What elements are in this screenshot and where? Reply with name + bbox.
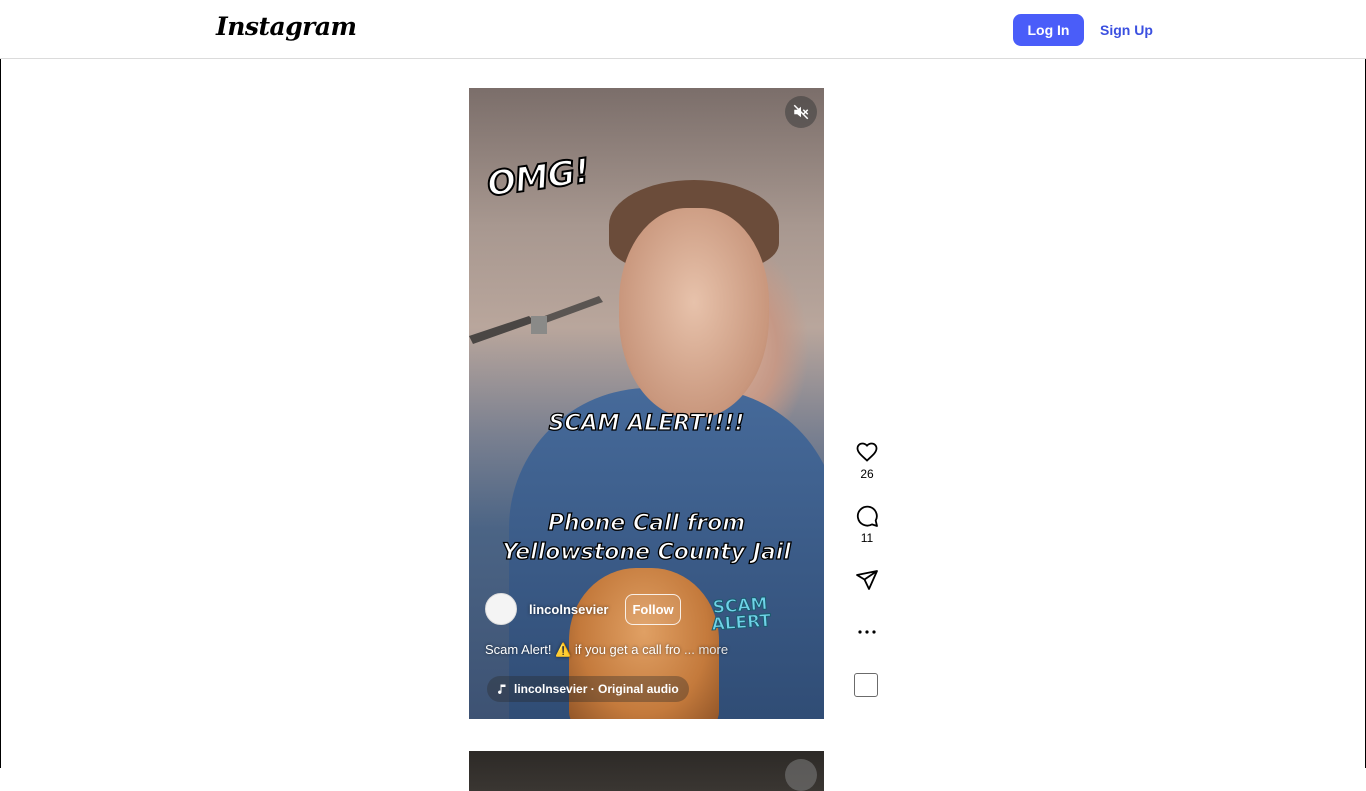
audio-label: lincolnsevier · Original audio: [514, 682, 679, 696]
reel-caption: Scam Alert! ⚠️ if you get a call fro ...…: [485, 642, 728, 658]
scam-alert-caption: SCAM ALERT!!!!: [548, 410, 745, 436]
music-note-icon: [498, 684, 506, 694]
sign-up-link[interactable]: Sign Up: [1096, 14, 1157, 46]
phone-call-caption-line2: Yellowstone County Jail: [501, 539, 791, 565]
more-options-button[interactable]: [855, 622, 879, 642]
follow-button[interactable]: Follow: [625, 593, 681, 625]
avatar[interactable]: [485, 593, 517, 625]
next-reel-mute-button[interactable]: [785, 759, 817, 791]
speaker-muted-icon: [793, 104, 809, 120]
more-icon: [858, 630, 876, 634]
caption-more-link[interactable]: ... more: [684, 642, 728, 657]
more-action: [846, 622, 888, 642]
mute-toggle-button[interactable]: [785, 96, 817, 128]
caption-text: Scam Alert! ⚠️ if you get a call fro: [485, 642, 681, 657]
top-navigation-bar: Instagram Log In Sign Up: [0, 0, 1366, 59]
log-in-button[interactable]: Log In: [1013, 14, 1084, 46]
person-face: [619, 208, 769, 418]
comment-icon: [856, 505, 878, 527]
comment-button[interactable]: [855, 504, 879, 528]
reel-video[interactable]: OMG! SCAM ALERT!!!! Phone Call from Yell…: [469, 88, 824, 719]
share-action: [846, 568, 888, 592]
like-button[interactable]: [855, 440, 879, 464]
like-action: 26: [846, 440, 888, 481]
phone-call-caption-line1: Phone Call from: [547, 510, 746, 536]
original-audio-link[interactable]: lincolnsevier · Original audio: [487, 676, 689, 702]
scam-alert-sticker: SCAM ALERT: [710, 594, 772, 636]
share-button[interactable]: [855, 568, 879, 592]
share-icon: [856, 570, 878, 590]
audio-thumbnail[interactable]: [854, 673, 878, 697]
like-count: 26: [860, 467, 874, 481]
author-row: lincolnsevier Follow: [485, 593, 681, 625]
sticker-line2: ALERT: [710, 610, 772, 636]
author-username[interactable]: lincolnsevier: [529, 602, 608, 617]
instagram-logo[interactable]: Instagram: [216, 12, 357, 41]
next-reel-video[interactable]: [469, 751, 824, 791]
heart-icon: [856, 442, 878, 462]
comment-action: 11: [846, 504, 888, 545]
comment-count: 11: [860, 531, 874, 545]
omg-sticker: OMG!: [484, 150, 593, 206]
